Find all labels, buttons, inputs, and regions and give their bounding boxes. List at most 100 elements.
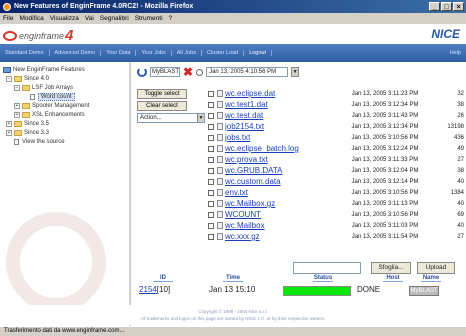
maximize-button[interactable]: □: [441, 2, 452, 11]
upload-file-field[interactable]: [293, 262, 361, 274]
file-checkbox[interactable]: [208, 112, 214, 119]
browser-statusbar: Trasferimento dati da www.enginframe.com…: [0, 326, 466, 336]
folder-icon: [22, 102, 30, 109]
menu-tools[interactable]: Strumenti: [135, 15, 163, 22]
file-checkbox[interactable]: [208, 189, 214, 196]
menu-view[interactable]: Visualizza: [50, 15, 79, 22]
nav-advanced-demo[interactable]: Advanced Demo: [50, 50, 102, 56]
col-host[interactable]: Host: [383, 275, 403, 282]
browse-button[interactable]: Sfoglia...: [371, 262, 411, 274]
folder-icon: [14, 120, 22, 127]
expand-icon[interactable]: +: [14, 102, 20, 109]
file-link[interactable]: job2154.txt: [225, 122, 330, 131]
file-icon: [217, 222, 223, 229]
feature-tree: New EnginFrame Features − Since 4.0 − LS…: [0, 62, 130, 326]
action-select[interactable]: Action... ▼: [137, 113, 205, 123]
collapse-icon[interactable]: −: [6, 75, 12, 82]
col-name[interactable]: Name: [421, 275, 441, 282]
nice-logo: NICE: [431, 27, 460, 41]
refresh-icon[interactable]: [137, 67, 147, 77]
tree-item-xsl-enhancements[interactable]: + XSL Enhancements: [2, 110, 127, 119]
file-link[interactable]: wc.xxx.gz: [225, 232, 330, 241]
menu-file[interactable]: File: [3, 15, 13, 22]
file-checkbox[interactable]: [208, 178, 214, 185]
file-link[interactable]: wc.eclipse.dat: [225, 89, 330, 98]
enginframe-logo[interactable]: enginframe 4: [3, 27, 73, 44]
toggle-select-button[interactable]: Toggle select: [137, 89, 187, 99]
delete-spooler-icon[interactable]: ✖: [183, 66, 193, 78]
help-link[interactable]: Help: [445, 50, 466, 56]
expand-icon[interactable]: +: [6, 129, 12, 136]
menu-bookmarks[interactable]: Segnalibri: [100, 15, 129, 22]
tree-item-view-source[interactable]: View the source: [2, 137, 127, 146]
file-link[interactable]: wc.GRUB.DATA: [225, 166, 330, 175]
tree-root[interactable]: New EnginFrame Features: [2, 65, 127, 74]
file-icon: [217, 134, 223, 141]
file-link[interactable]: wc.eclipse_batch.log: [225, 144, 330, 153]
nav-standard-demo[interactable]: Standard Demo: [0, 50, 50, 56]
file-link[interactable]: wc.Mailbox.gz: [225, 199, 330, 208]
file-link[interactable]: wc.test.dat: [225, 111, 330, 120]
nav-your-data[interactable]: Your Data: [101, 50, 137, 56]
file-checkbox[interactable]: [208, 167, 214, 174]
file-checkbox[interactable]: [208, 90, 214, 97]
col-id[interactable]: ID: [153, 275, 173, 282]
file-link[interactable]: wc.test1.dat: [225, 100, 330, 109]
tree-item-since-3-3[interactable]: + Since 3.3: [2, 128, 127, 137]
file-checkbox[interactable]: [208, 222, 214, 229]
file-size: 1384: [450, 189, 464, 196]
folder-icon: [22, 111, 30, 118]
logout-link[interactable]: Logout: [244, 50, 273, 56]
file-checkbox[interactable]: [208, 233, 214, 240]
file-row: job2154.txt Jan 13, 2005 3:12:34 PM 1319…: [208, 121, 466, 132]
file-row: wc.test.dat Jan 13, 2005 3:11:43 PM 26: [208, 110, 466, 121]
nav-all-jobs[interactable]: All Jobs: [172, 50, 202, 56]
upload-button[interactable]: Upload: [417, 262, 455, 274]
menu-help[interactable]: ?: [169, 15, 173, 22]
file-size: 40: [457, 222, 464, 229]
file-link[interactable]: jobs.txt: [225, 133, 330, 142]
expand-icon[interactable]: +: [14, 111, 20, 118]
job-id-link[interactable]: 2154: [139, 285, 157, 294]
chevron-down-icon: ▼: [197, 114, 204, 122]
tree-item-since-4-0[interactable]: − Since 4.0: [2, 74, 127, 83]
file-checkbox[interactable]: [208, 123, 214, 130]
tree-item-spooler-management[interactable]: + Spooler Management: [2, 101, 127, 110]
computer-icon: [3, 66, 11, 73]
col-status[interactable]: Status: [313, 275, 333, 282]
chevron-down-icon[interactable]: ▼: [291, 67, 300, 77]
file-link[interactable]: env.txt: [225, 188, 330, 197]
file-date: Jan 13, 2005 3:10:56 PM: [351, 134, 419, 141]
tree-item-since-3-5[interactable]: + Since 3.5: [2, 119, 127, 128]
tree-item-word-count[interactable]: Word count: [2, 92, 127, 101]
spooler-name-field[interactable]: MyBLAST: [150, 67, 180, 77]
file-link[interactable]: wc.custom.data: [225, 177, 330, 186]
menu-go[interactable]: Vai: [85, 15, 94, 22]
file-checkbox[interactable]: [208, 211, 214, 218]
close-window-button[interactable]: ×: [453, 2, 464, 11]
file-checkbox[interactable]: [208, 134, 214, 141]
col-time[interactable]: Time: [223, 275, 243, 282]
spooler-date-field[interactable]: Jan 13, 2005 4:10:56 PM: [206, 67, 289, 77]
nav-cluster-load[interactable]: Cluster Load: [202, 50, 245, 56]
file-size: 436: [453, 134, 464, 141]
spooler-radio[interactable]: [196, 68, 204, 76]
expand-icon[interactable]: +: [6, 120, 12, 127]
minimize-button[interactable]: _: [429, 2, 440, 11]
file-link[interactable]: wc.prova.txt: [225, 155, 330, 164]
menu-edit[interactable]: Modifica: [19, 15, 43, 22]
page-icon: [14, 138, 19, 145]
file-checkbox[interactable]: [208, 101, 214, 108]
file-link[interactable]: wc.Mailbox: [225, 221, 330, 230]
collapse-icon[interactable]: −: [14, 84, 20, 91]
tree-item-lsf-job-arrays[interactable]: − LSF Job Arrays: [2, 83, 127, 92]
nav-your-jobs[interactable]: Your Jobs: [136, 50, 172, 56]
file-date: Jan 13, 2005 3:12:04 PM: [351, 167, 419, 174]
file-date: Jan 13, 2005 3:12:14 PM: [351, 178, 419, 185]
file-checkbox[interactable]: [208, 200, 214, 207]
file-checkbox[interactable]: [208, 145, 214, 152]
file-checkbox[interactable]: [208, 156, 214, 163]
clear-select-button[interactable]: Clear select: [137, 101, 187, 111]
file-link[interactable]: WCOUNT: [225, 210, 330, 219]
file-icon: [217, 200, 223, 207]
